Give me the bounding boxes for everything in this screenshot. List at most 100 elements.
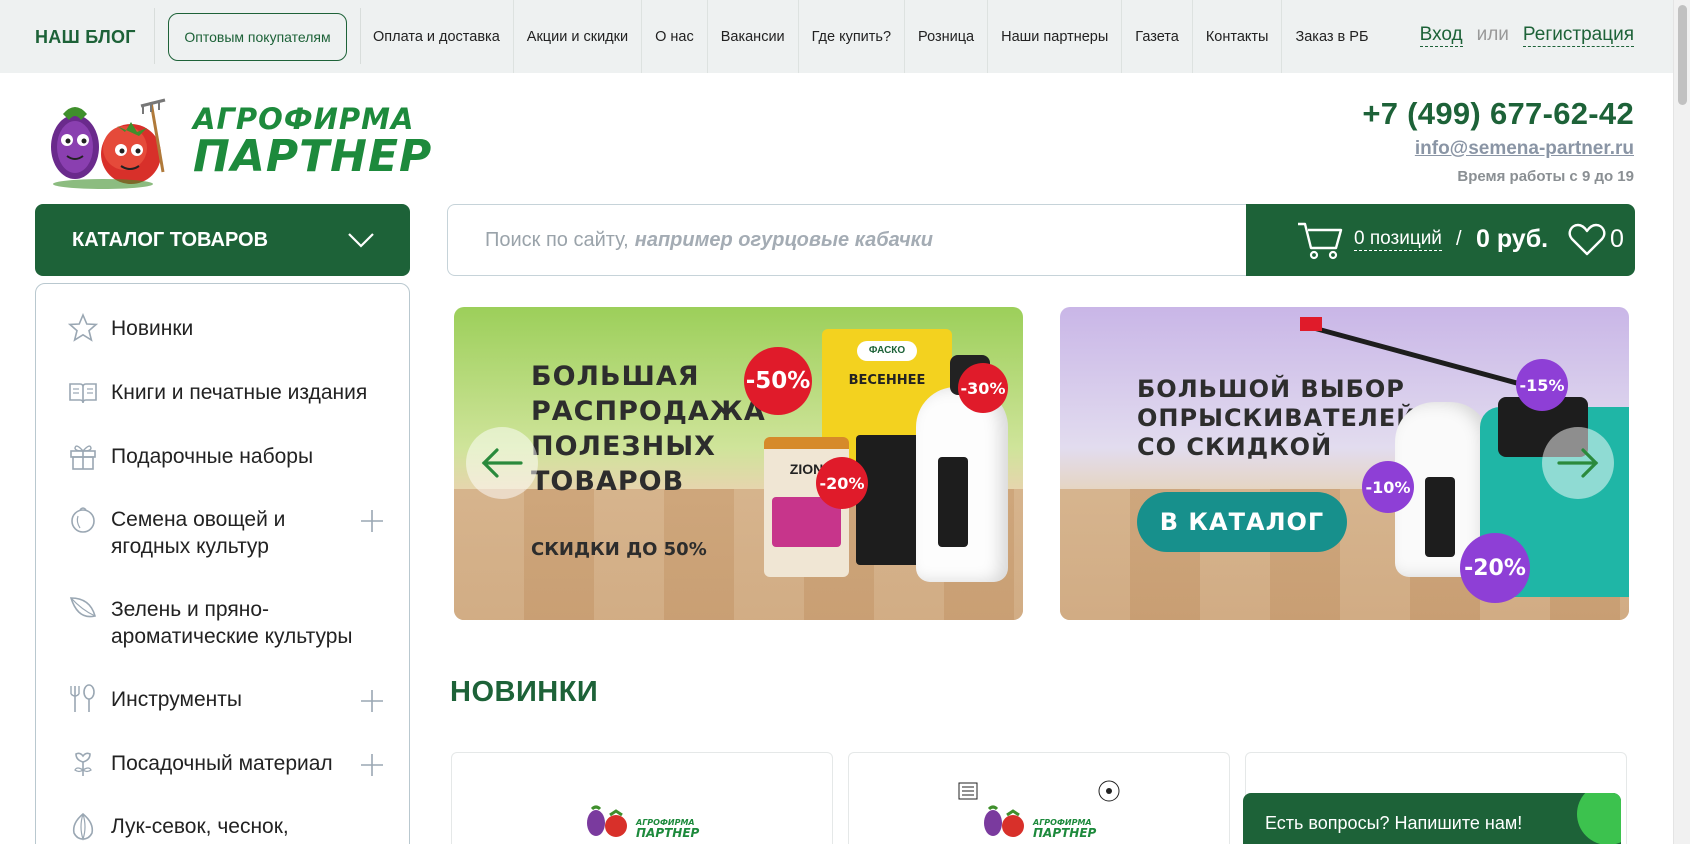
discount-badge: -15% (1516, 359, 1568, 411)
banner-headline-line: ОПРЫСКИВАТЕЛЕЙ (1137, 404, 1418, 432)
flower-icon (74, 752, 92, 776)
nav-item-about[interactable]: О нас (642, 0, 708, 73)
discount-badge: -20% (816, 457, 868, 509)
catalog-sidebar: Новинки Книги и печатные издания Подароч… (35, 283, 410, 844)
arrow-left-icon (481, 448, 523, 478)
logo-line-2: ПАРТНЕР (193, 131, 433, 182)
auth-or-text: или (1476, 24, 1509, 45)
sprayer-label-graphic (938, 457, 968, 547)
mascot-logo-icon (984, 805, 1024, 837)
nav-item-newspaper[interactable]: Газета (1122, 0, 1193, 73)
tools-icon (70, 684, 95, 712)
carousel-prev-button[interactable] (466, 427, 538, 499)
nav-item-contacts[interactable]: Контакты (1193, 0, 1283, 73)
plus-icon[interactable] (359, 688, 385, 714)
catalog-button-label: КАТАЛОГ ТОВАРОВ (72, 228, 269, 251)
promo-banner-sale[interactable]: БОЛЬШАЯ РАСПРОДАЖА ПОЛЕЗНЫХ ТОВАРОВ СКИД… (454, 307, 1023, 620)
phone-number[interactable]: +7 (499) 677-62-42 (1362, 96, 1634, 132)
heart-icon[interactable] (1568, 223, 1606, 257)
chevron-down-icon (348, 233, 374, 248)
discount-badge: -50% (744, 347, 812, 415)
cart-count-link[interactable]: 0 позиций (1354, 228, 1442, 251)
banner-subtitle: СКИДКИ ДО 50% (531, 539, 707, 560)
mascot-logo-icon (587, 805, 627, 837)
search-example: например огурцовые кабачки (634, 228, 933, 251)
nav-item-partners[interactable]: Наши партнеры (988, 0, 1123, 73)
page-scrollbar[interactable] (1673, 0, 1690, 844)
sidebar-item-label: Новинки (111, 317, 194, 340)
chat-widget-label: Есть вопросы? Напишите нам! (1265, 812, 1523, 833)
section-title-new: НОВИНКИ (450, 676, 599, 708)
working-hours: Время работы с 9 до 19 (1457, 168, 1634, 185)
banner-headline-line: ТОВАРОВ (531, 466, 685, 497)
nav-item-payment-delivery[interactable]: Оплата и доставка (360, 0, 514, 73)
catalog-button[interactable]: КАТАЛОГ ТОВАРОВ (35, 204, 410, 276)
promo-banner-sprayers[interactable]: БОЛЬШОЙ ВЫБОР ОПРЫСКИВАТЕЛЕЙ СО СКИДКОЙ … (1060, 307, 1629, 620)
register-link[interactable]: Регистрация (1522, 24, 1634, 47)
sidebar-item-label: Зелень и пряно-ароматические культуры (111, 598, 353, 648)
auth-links: Вход или Регистрация (1419, 24, 1634, 47)
sidebar-item-label: Подарочные наборы (111, 445, 314, 468)
banner-headline-line: БОЛЬШАЯ (531, 361, 700, 392)
site-logo[interactable]: АГРОФИРМА ПАРТНЕР (33, 92, 438, 192)
plus-icon[interactable] (359, 508, 385, 534)
banner-headline-line: СО СКИДКОЙ (1137, 433, 1333, 461)
chat-widget[interactable]: Есть вопросы? Напишите нам! (1243, 793, 1621, 844)
cart-sum: 0 руб. (1476, 225, 1549, 253)
search-placeholder: Поиск по сайту, (485, 228, 629, 251)
product-image-logo: АГРОФИРМА ПАРТНЕР (582, 803, 699, 839)
nav-item-order-rb[interactable]: Заказ в РБ (1282, 0, 1381, 73)
product-card[interactable]: АГРОФИРМА ПАРТНЕР (451, 752, 833, 844)
product-image-logo: АГРОФИРМА ПАРТНЕР (979, 803, 1096, 839)
favorites-count[interactable]: 0 (1610, 225, 1624, 254)
arrow-right-icon (1557, 448, 1599, 478)
sidebar-item-label: Посадочный материал (111, 752, 333, 775)
logo-line-1: АГРОФИРМА (193, 102, 415, 136)
page: НАШ БЛОГ Оптовым покупателям Оплата и до… (0, 0, 1690, 844)
vegetable-icon (71, 507, 95, 533)
nav-item-promotions[interactable]: Акции и скидки (514, 0, 643, 73)
login-link[interactable]: Вход (1419, 24, 1463, 47)
logo-line-2: ПАРТНЕР (1033, 826, 1097, 840)
nav-item-where-to-buy[interactable]: Где купить? (799, 0, 906, 73)
mascot-logo-icon (51, 98, 166, 189)
cart-icon[interactable] (1296, 220, 1344, 260)
book-icon (69, 383, 97, 404)
header-contacts: +7 (499) 677-62-42 info@semena-partner.r… (1362, 96, 1634, 185)
blog-link[interactable]: НАШ БЛОГ (35, 27, 136, 48)
nav-item-vacancies[interactable]: Вакансии (708, 0, 799, 73)
search-input[interactable]: Поиск по сайту, например огурцовые кабач… (447, 204, 1247, 276)
cart-panel: 0 позиций / 0 руб. 0 (1246, 204, 1635, 276)
top-nav: Оплата и доставка Акции и скидки О нас В… (360, 0, 1381, 73)
sidebar-item-label: Инструменты (111, 688, 242, 711)
wholesale-buyers-button[interactable]: Оптовым покупателям (168, 13, 347, 61)
product-label: ВЕСЕННЕЕ (848, 373, 926, 388)
discount-badge: -30% (958, 363, 1008, 413)
sidebar-item-label: Лук-севок, чеснок, (111, 815, 289, 838)
product-logo-text: АГРОФИРМА ПАРТНЕР (636, 817, 699, 839)
product-logo-text: АГРОФИРМА ПАРТНЕР (1033, 817, 1096, 839)
plus-icon[interactable] (359, 752, 385, 778)
sprayer-label-graphic (1425, 477, 1455, 557)
scrollbar-thumb[interactable] (1678, 5, 1687, 105)
top-bar: НАШ БЛОГ Оптовым покупателям Оплата и до… (0, 0, 1690, 73)
banner-headline-line: РАСПРОДАЖА (531, 396, 766, 427)
garlic-icon (72, 812, 94, 841)
carousel-next-button[interactable] (1542, 427, 1614, 499)
logo-text: АГРОФИРМА ПАРТНЕР (193, 104, 432, 180)
discount-badge: -10% (1362, 461, 1414, 513)
nav-item-retail[interactable]: Розница (905, 0, 989, 73)
to-catalog-button[interactable]: В КАТАЛОГ (1137, 492, 1347, 552)
product-image-graphic (958, 780, 1120, 802)
product-card[interactable]: АГРОФИРМА ПАРТНЕР (848, 752, 1230, 844)
discount-badge: -20% (1460, 533, 1530, 603)
banner-headline-line: ПОЛЕЗНЫХ (531, 431, 716, 462)
leaf-icon (69, 597, 96, 618)
chat-widget-accent (1577, 793, 1621, 844)
cart-separator: / (1456, 228, 1462, 250)
star-icon (68, 313, 98, 342)
email-link[interactable]: info@semena-partner.ru (1362, 138, 1634, 160)
logo-line-2: ПАРТНЕР (636, 826, 700, 840)
divider (154, 8, 155, 64)
banner-headline: БОЛЬШАЯ РАСПРОДАЖА ПОЛЕЗНЫХ ТОВАРОВ (531, 359, 766, 499)
